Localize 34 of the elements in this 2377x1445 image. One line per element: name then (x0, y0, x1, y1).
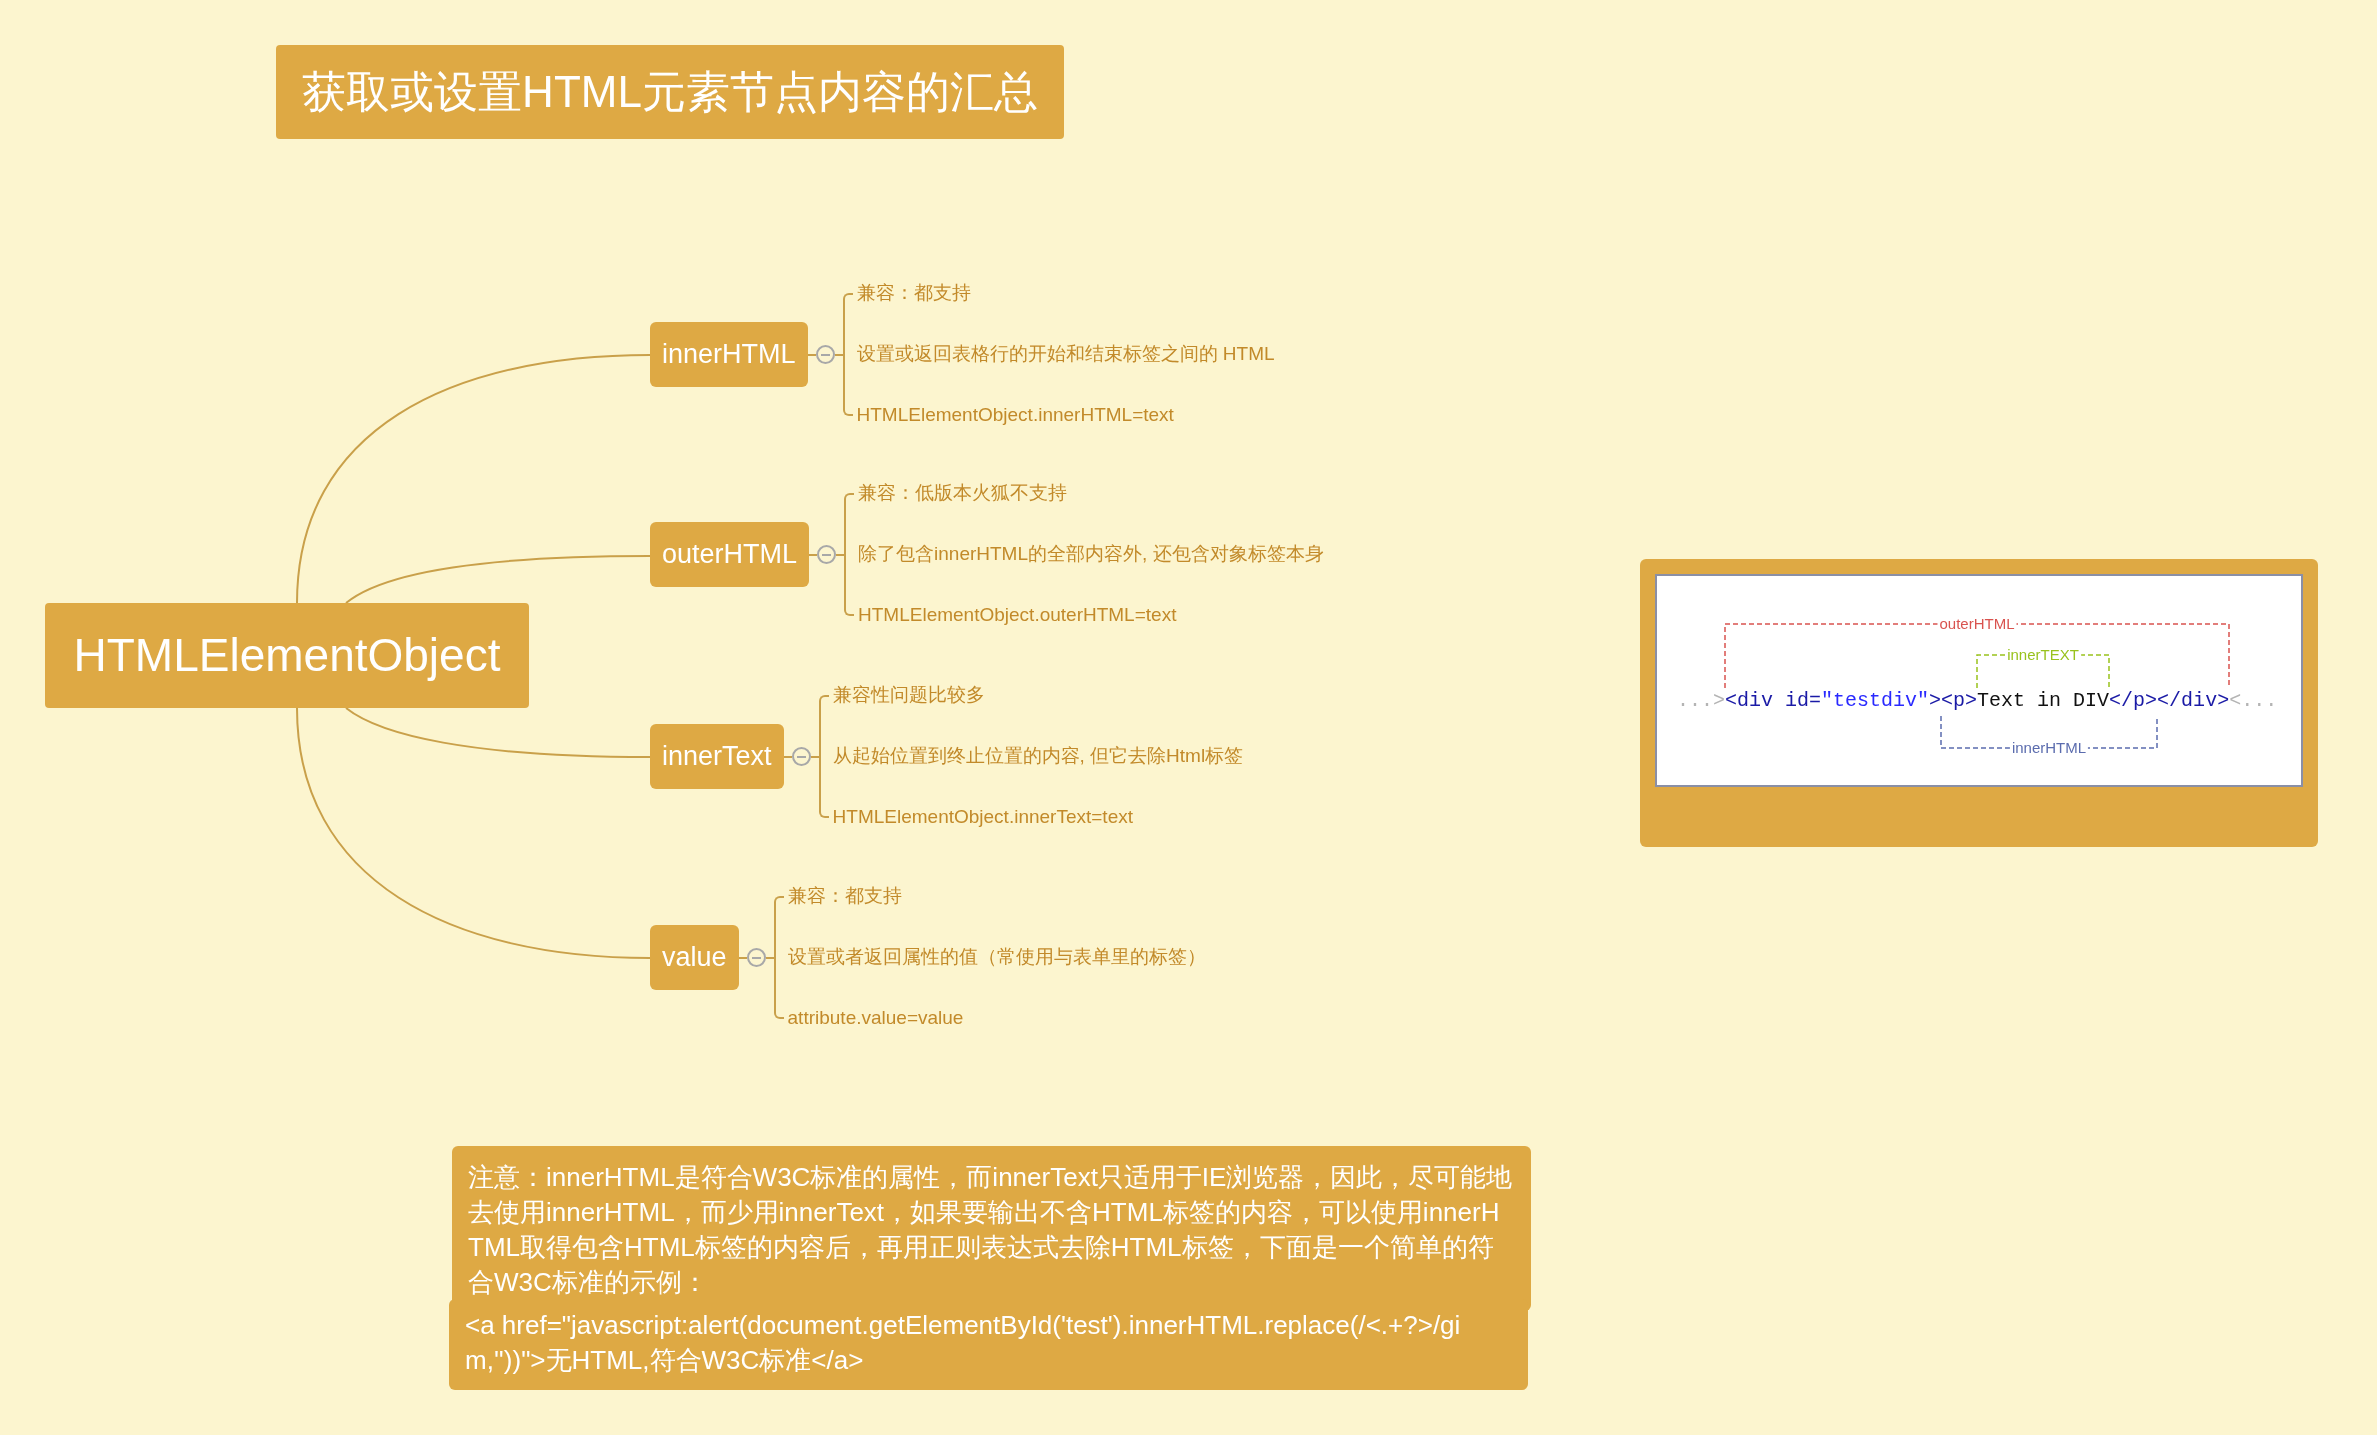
topic-node[interactable]: outerHTML (650, 522, 810, 587)
subtopic-text[interactable]: 设置或返回表格行的开始和结束标签之间的 HTML (856, 340, 1275, 369)
collapse-icon[interactable] (746, 948, 766, 967)
subtopic-text[interactable]: HTMLElementObject.innerText=text (832, 803, 1133, 832)
code-token: Text in DIV (1977, 689, 2110, 713)
subtopic-text[interactable]: 设置或者返回属性的值（常使用与表单里的标签） (787, 943, 1206, 972)
subtopic-text[interactable]: HTMLElementObject.outerHTML=text (858, 601, 1177, 630)
code-token: <div id= (1725, 689, 1822, 713)
note-text: 注意：innerHTML是符合W3C标准的属性，而innerText只适用于IE浏览器，因此，尽可能地去使用innerHTML，而少用innerText，如果要输出不含HTML标签的内容，可以使用innerHTML取得包含HTML标签的内容后，再用正则表达式去除HTML标签，下面是一个简单的符合W3C标准的示例： (468, 1161, 1514, 1299)
code-token: </p></div> (2109, 689, 2230, 713)
subtopic-text[interactable]: 兼容性问题比较多 (832, 681, 985, 710)
subtopic-text[interactable]: attribute.value=value (787, 1004, 964, 1033)
subtopic-text[interactable]: 兼容：低版本火狐不支持 (858, 479, 1068, 508)
collapse-icon[interactable] (815, 345, 835, 364)
topic-node[interactable]: value (650, 925, 739, 990)
root-node[interactable]: HTMLElementObject (45, 603, 529, 708)
topic-node[interactable]: innerHTML (650, 322, 808, 387)
image-frame[interactable]: outerHTML innerTEXT innerHTML ...><div id="testdiv"><p>Text in DIV</p></div><... (1640, 559, 2318, 847)
code-text: <a href="javascript:alert(document.getElementById('test').innerHTML.replace(/<.+?>/gim,''))">无HTML,符合W3C标准</a> (465, 1309, 1462, 1377)
code-box[interactable]: <a href="javascript:alert(document.getElementById('test').innerHTML.replace(/<.+?>/gim,''))">无HTML,符合W3C标准</a> (449, 1299, 1528, 1390)
collapse-icon[interactable] (791, 747, 811, 766)
map-title[interactable]: 获取或设置HTML元素节点内容的汇总 (276, 45, 1064, 139)
code-token: "testdiv" (1821, 689, 1930, 713)
topic-node[interactable]: innerText (650, 724, 784, 789)
code-token: ><p> (1929, 689, 1978, 713)
subtopic-text[interactable]: 除了包含innerHTML的全部内容外, 还包含对象标签本身 (858, 540, 1324, 569)
code-token: ...> (1677, 689, 1725, 713)
collapse-icon[interactable] (817, 545, 837, 564)
subtopic-text[interactable]: 从起始位置到终止位置的内容, 但它去除Html标签 (832, 742, 1244, 771)
note-box[interactable]: 注意：innerHTML是符合W3C标准的属性，而innerText只适用于IE浏览器，因此，尽可能地去使用innerHTML，而少用innerText，如果要输出不含HTML标签的内容，可以使用innerHTML取得包含HTML标签的内容后，再用正则表达式去除HTML标签，下面是一个简单的符合W3C标准的示例： (452, 1146, 1531, 1311)
subtopic-text[interactable]: HTMLElementObject.innerHTML=text (856, 401, 1174, 430)
code-token: <... (2229, 689, 2278, 713)
subtopic-text[interactable]: 兼容：都支持 (787, 882, 902, 911)
subtopic-text[interactable]: 兼容：都支持 (856, 279, 971, 308)
